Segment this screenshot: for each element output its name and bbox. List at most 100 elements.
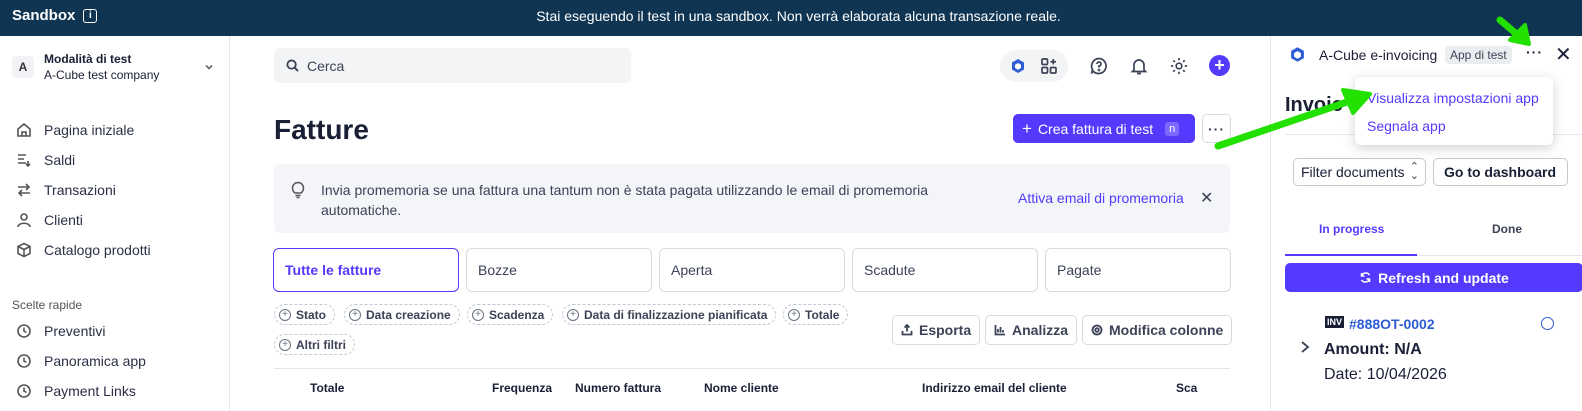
filter-label: Totale <box>805 307 840 322</box>
filter-chip-created[interactable]: + Data creazione <box>344 304 460 325</box>
search-input[interactable]: Cerca <box>274 48 631 83</box>
help-icon[interactable] <box>1088 55 1110 77</box>
filter-label: Stato <box>296 307 326 322</box>
filter-label: Scadenza <box>489 307 545 322</box>
main-nav: Pagina iniziale Saldi Transazioni Client… <box>16 115 216 265</box>
shortcut-apps-overview[interactable]: Panoramica app <box>16 346 216 376</box>
column-header[interactable]: Indirizzo email del cliente <box>922 381 1067 395</box>
status-radio[interactable] <box>1541 317 1554 330</box>
tab-drafts[interactable]: Bozze <box>466 248 652 292</box>
tab-in-progress[interactable]: In progress <box>1319 222 1384 236</box>
shortcut-key: n <box>1165 121 1180 136</box>
invoice-date: Date: 10/04/2026 <box>1324 366 1447 383</box>
analyze-label: Analizza <box>1012 322 1069 338</box>
chevron-right-icon[interactable] <box>1299 338 1311 359</box>
bell-icon[interactable] <box>1128 55 1150 77</box>
filter-chip-finalization[interactable]: + Data di finalizzazione pianificata <box>562 304 777 325</box>
add-circle-icon: + <box>279 308 291 321</box>
nav-item-label: Transazioni <box>44 182 116 198</box>
refresh-update-button[interactable]: Refresh and update <box>1285 263 1582 292</box>
create-plus-button[interactable]: + <box>1209 55 1230 76</box>
add-circle-icon: + <box>567 308 579 321</box>
shortcut-label: Payment Links <box>44 383 136 399</box>
filter-chip-more[interactable]: + Altri filtri <box>274 334 355 355</box>
active-tab-indicator <box>1285 254 1417 256</box>
add-circle-icon: + <box>279 338 291 351</box>
nav-item-label: Catalogo prodotti <box>44 242 151 258</box>
app-name: A-Cube e-invoicing <box>1319 47 1438 63</box>
filter-chip-total[interactable]: + Totale <box>783 304 849 325</box>
filter-chip-due[interactable]: + Scadenza <box>467 304 554 325</box>
app-menu-button[interactable]: ··· <box>1526 44 1543 60</box>
filter-documents-select[interactable]: Filter documents ⌃ ⌄ <box>1293 158 1426 186</box>
clock-icon <box>17 354 31 368</box>
more-options-button[interactable]: ··· <box>1202 114 1231 143</box>
nav-item-label: Saldi <box>44 152 76 168</box>
nav-item-label: Clienti <box>44 212 83 228</box>
invoice-number-link[interactable]: #888OT-0002 <box>1349 316 1435 332</box>
close-icon[interactable]: ✕ <box>1555 42 1572 67</box>
column-header[interactable]: Sca <box>1176 381 1197 395</box>
filter-label: Data creazione <box>366 307 451 322</box>
plus-icon: + <box>1022 119 1032 138</box>
tab-paid[interactable]: Pagate <box>1045 248 1231 292</box>
nav-item-products[interactable]: Catalogo prodotti <box>16 235 216 265</box>
sandbox-banner: Sandbox i Stai eseguendo il test in una … <box>0 0 1582 36</box>
invoices-table-header: Totale Frequenza Numero fattura Nome cli… <box>274 368 1230 408</box>
tab-done[interactable]: Done <box>1492 222 1522 236</box>
menu-item-report-app[interactable]: Segnala app <box>1367 118 1446 134</box>
app-options-menu: Visualizza impostazioni app Segnala app <box>1355 77 1553 145</box>
export-button[interactable]: Esporta <box>892 315 981 345</box>
column-header[interactable]: Numero fattura <box>575 381 661 395</box>
clock-icon <box>17 324 31 338</box>
gear-icon[interactable] <box>1168 55 1190 77</box>
edit-columns-label: Modifica colonne <box>1109 322 1224 338</box>
person-icon <box>17 213 31 228</box>
reminder-text: Invia promemoria se una fattura una tant… <box>321 182 929 218</box>
nav-item-home[interactable]: Pagina iniziale <box>16 115 216 145</box>
menu-item-view-settings[interactable]: Visualizza impostazioni app <box>1367 90 1539 106</box>
account-company: A-Cube test company <box>44 68 160 82</box>
tab-open[interactable]: Aperta <box>659 248 845 292</box>
lightbulb-icon <box>290 181 306 202</box>
acube-app-icon[interactable] <box>1007 55 1029 77</box>
column-header[interactable]: Totale <box>310 381 344 395</box>
clock-icon <box>17 384 31 398</box>
shortcut-quotes[interactable]: Preventivi <box>16 316 216 346</box>
filter-documents-label: Filter documents <box>1301 164 1405 180</box>
invoice-amount: Amount: N/A <box>1324 341 1422 358</box>
transfer-icon <box>17 183 31 197</box>
bar-chart-icon <box>994 325 1005 336</box>
create-button-label: Crea fattura di test <box>1037 120 1154 137</box>
add-circle-icon: + <box>472 308 484 321</box>
shortcut-payment-links[interactable]: Payment Links <box>16 376 216 406</box>
nav-item-customers[interactable]: Clienti <box>16 205 216 235</box>
filter-label: Data di finalizzazione pianificata <box>584 307 768 322</box>
sort-arrows-icon: ⌃ ⌄ <box>1409 161 1419 182</box>
acube-logo-icon <box>1291 47 1304 62</box>
reminder-banner: Invia promemoria se una fattura una tant… <box>274 164 1230 233</box>
go-to-dashboard-button[interactable]: Go to dashboard <box>1433 158 1568 186</box>
create-test-invoice-button[interactable]: + Crea fattura di test n <box>1013 114 1195 143</box>
analyze-button[interactable]: Analizza <box>985 315 1078 345</box>
apps-grid-icon[interactable] <box>1038 55 1060 77</box>
account-switcher[interactable]: A Modalità di test A-Cube test company <box>12 50 217 84</box>
chevron-down-icon <box>201 59 217 75</box>
nav-item-balances[interactable]: Saldi <box>16 145 216 175</box>
nav-item-transactions[interactable]: Transazioni <box>16 175 216 205</box>
refresh-icon <box>1360 272 1371 283</box>
shortcut-label: Preventivi <box>44 323 106 339</box>
tab-overdue[interactable]: Scadute <box>852 248 1038 292</box>
home-icon <box>17 122 31 137</box>
export-label: Esporta <box>919 322 972 338</box>
column-header[interactable]: Frequenza <box>492 381 552 395</box>
column-header[interactable]: Nome cliente <box>704 381 779 395</box>
edit-columns-button[interactable]: Modifica colonne <box>1082 315 1233 345</box>
filter-label: Altri filtri <box>296 337 346 352</box>
account-mode: Modalità di test <box>44 52 132 66</box>
enable-reminders-link[interactable]: Attiva email di promemoria <box>1018 190 1184 206</box>
close-icon[interactable]: ✕ <box>1200 188 1213 208</box>
tab-all-invoices[interactable]: Tutte le fatture <box>273 248 459 292</box>
filter-chip-status[interactable]: + Stato <box>274 304 335 325</box>
search-icon <box>286 59 299 72</box>
